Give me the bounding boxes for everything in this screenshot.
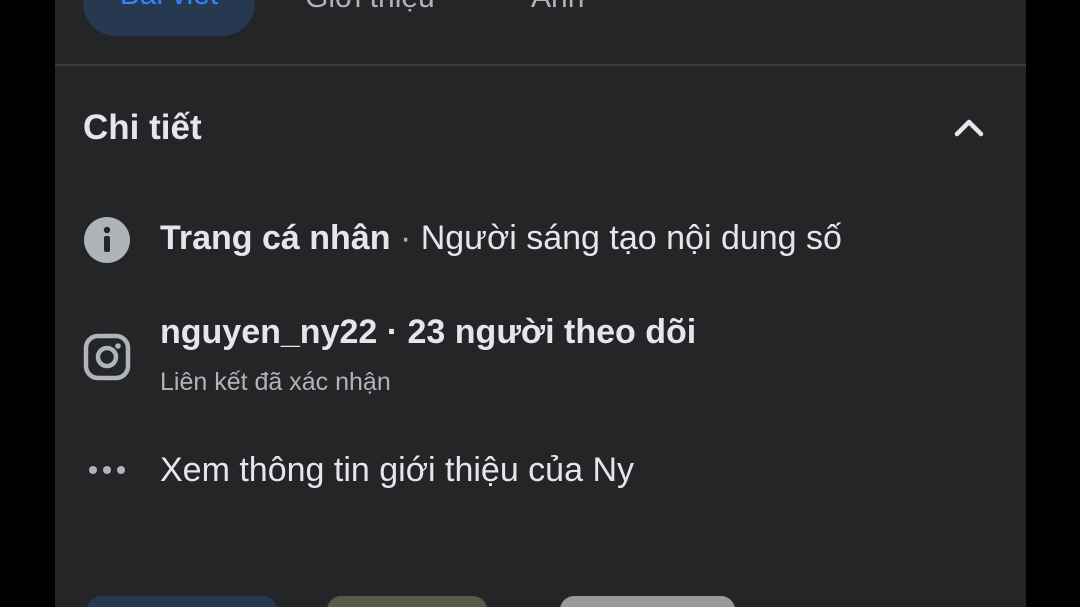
divider [55, 64, 1026, 66]
chevron-up-icon [954, 119, 984, 137]
separator: · [390, 219, 421, 257]
details-title: Chi tiết [83, 108, 202, 147]
screen: Bài viết Giới thiệu Ảnh Chi tiết Trang c… [55, 0, 1026, 607]
instagram-icon [83, 333, 131, 381]
photo-thumbnail[interactable] [327, 596, 487, 607]
profile-type: Trang cá nhân [160, 219, 391, 257]
info-icon [83, 216, 131, 264]
profile-category-label: Người sáng tạo nội dung số [420, 219, 842, 257]
profile-tabs: Bài viết Giới thiệu Ảnh [55, 0, 1026, 64]
profile-category: Trang cá nhân · Người sáng tạo nội dung … [160, 219, 842, 258]
more-dots-icon [83, 446, 131, 494]
bottom-button[interactable] [87, 596, 277, 607]
photo-thumbnail[interactable] [560, 596, 735, 607]
tab-photos[interactable]: Ảnh [531, 0, 584, 18]
collapse-button[interactable] [951, 110, 987, 146]
tab-about[interactable]: Giới thiệu [305, 0, 435, 18]
see-about-link[interactable]: Xem thông tin giới thiệu của Ny [160, 451, 634, 490]
tab-posts[interactable]: Bài viết [83, 0, 255, 36]
verified-link-label: Liên kết đã xác nhận [160, 368, 391, 396]
instagram-link[interactable]: nguyen_ny22 · 23 người theo dõi [160, 313, 696, 352]
